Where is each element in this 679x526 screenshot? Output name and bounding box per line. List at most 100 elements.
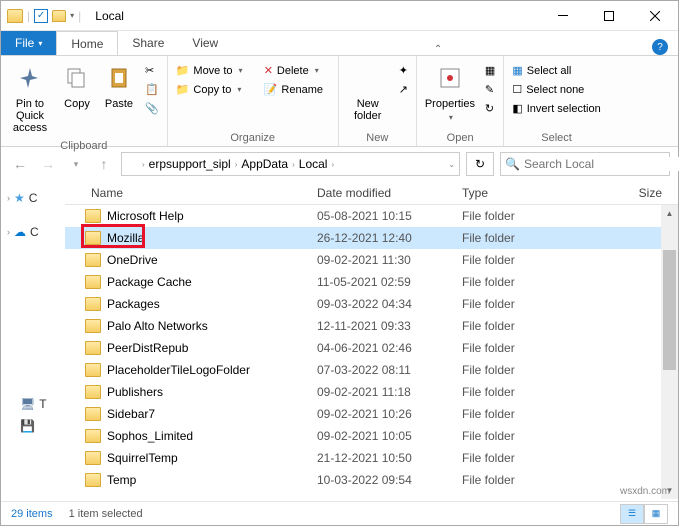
- nav-this-pc[interactable]: 🖥T: [3, 393, 63, 415]
- delete-button[interactable]: ✕Delete▾: [260, 62, 334, 79]
- open-button[interactable]: ▦: [481, 62, 499, 79]
- file-date: 09-02-2021 10:26: [317, 407, 462, 421]
- copy-icon: [61, 62, 93, 94]
- file-name: Palo Alto Networks: [107, 319, 317, 333]
- back-button[interactable]: ←: [9, 153, 31, 175]
- table-row[interactable]: Microsoft Help05-08-2021 10:15File folde…: [65, 205, 678, 227]
- col-name[interactable]: Name: [65, 186, 317, 200]
- tab-file[interactable]: File▾: [1, 31, 56, 55]
- edit-button[interactable]: ✎: [481, 81, 499, 98]
- file-name: Publishers: [107, 385, 317, 399]
- pin-icon: [14, 62, 46, 94]
- table-row[interactable]: Package Cache11-05-2021 02:59File folder: [65, 271, 678, 293]
- paste-icon: [103, 62, 135, 94]
- ribbon-collapse-icon[interactable]: ⌃: [434, 44, 450, 55]
- table-row[interactable]: Palo Alto Networks12-11-2021 09:33File f…: [65, 315, 678, 337]
- breadcrumb[interactable]: AppData: [239, 157, 290, 171]
- table-row[interactable]: PlaceholderTileLogoFolder07-03-2022 08:1…: [65, 359, 678, 381]
- folder-icon: [85, 407, 101, 421]
- col-date[interactable]: Date modified: [317, 186, 462, 200]
- easy-access-button[interactable]: ↗: [395, 81, 412, 98]
- nav-onedrive[interactable]: ›☁C: [3, 221, 63, 243]
- table-row[interactable]: Temp10-03-2022 09:54File folder: [65, 469, 678, 491]
- paste-shortcut-button[interactable]: 📎: [141, 100, 163, 117]
- col-size[interactable]: Size: [612, 186, 672, 200]
- cloud-icon: ☁: [14, 225, 26, 239]
- file-type: File folder: [462, 407, 612, 421]
- nav-quick-access[interactable]: ›★C: [3, 187, 63, 209]
- qat-dropdown-icon[interactable]: ▾: [70, 11, 74, 20]
- tab-home[interactable]: Home: [56, 31, 118, 55]
- vertical-scrollbar[interactable]: ▲ ▼: [661, 205, 678, 499]
- file-date: 10-03-2022 09:54: [317, 473, 462, 487]
- copy-button[interactable]: Copy: [57, 58, 97, 114]
- tab-view[interactable]: View: [178, 31, 232, 55]
- view-icons-button[interactable]: ▦: [644, 504, 668, 524]
- address-dropdown-icon[interactable]: ⌄: [448, 160, 455, 169]
- maximize-button[interactable]: [586, 1, 632, 31]
- file-type: File folder: [462, 275, 612, 289]
- refresh-button[interactable]: ↻: [466, 152, 494, 176]
- table-row[interactable]: SquirrelTemp21-12-2021 10:50File folder: [65, 447, 678, 469]
- close-button[interactable]: [632, 1, 678, 31]
- pin-quick-access-button[interactable]: Pin to Quick access: [5, 58, 55, 138]
- folder-icon: [85, 363, 101, 377]
- moveto-icon: 📁: [176, 64, 190, 77]
- table-row[interactable]: Sophos_Limited09-02-2021 10:05File folde…: [65, 425, 678, 447]
- table-row[interactable]: PeerDistRepub04-06-2021 02:46File folder: [65, 337, 678, 359]
- copy-path-button[interactable]: 📋: [141, 81, 163, 98]
- address-bar[interactable]: › erpsupport_sipl › AppData › Local › ⌄: [121, 152, 460, 176]
- breadcrumb[interactable]: Local: [297, 157, 330, 171]
- file-list-pane: Name Date modified Type Size Microsoft H…: [65, 181, 678, 499]
- file-name: PeerDistRepub: [107, 341, 317, 355]
- table-row[interactable]: Sidebar709-02-2021 10:26File folder: [65, 403, 678, 425]
- properties-button[interactable]: Properties▾: [421, 58, 479, 127]
- help-icon[interactable]: ?: [652, 39, 668, 55]
- scroll-up-icon[interactable]: ▲: [661, 205, 678, 222]
- nav-drive[interactable]: 💾: [3, 415, 63, 437]
- navigation-pane[interactable]: ›★C ›☁C 🖥T 💾: [1, 181, 65, 499]
- address-folder-icon: [126, 158, 140, 170]
- cut-button[interactable]: ✂: [141, 62, 163, 79]
- invert-selection-button[interactable]: ◧Invert selection: [508, 100, 604, 117]
- new-item-button[interactable]: ✦: [395, 62, 412, 79]
- qat-checkbox-icon[interactable]: ✓: [34, 9, 48, 23]
- new-folder-button[interactable]: New folder: [343, 58, 393, 126]
- history-button[interactable]: ↻: [481, 100, 499, 117]
- scroll-thumb[interactable]: [663, 250, 676, 370]
- file-type: File folder: [462, 429, 612, 443]
- search-box[interactable]: 🔍: [500, 152, 670, 176]
- column-headers[interactable]: Name Date modified Type Size: [65, 181, 678, 205]
- qat-separator: |: [78, 9, 81, 23]
- search-input[interactable]: [524, 157, 679, 171]
- minimize-button[interactable]: [540, 1, 586, 31]
- properties-icon: [434, 62, 466, 94]
- group-new-label: New: [343, 130, 412, 146]
- file-name: Mozilla: [107, 231, 317, 245]
- recent-dropdown[interactable]: ▾: [65, 153, 87, 175]
- ribbon: Pin to Quick access Copy Paste ✂ 📋 📎 Cli…: [1, 55, 678, 147]
- forward-button[interactable]: →: [37, 153, 59, 175]
- file-name: Temp: [107, 473, 317, 487]
- col-type[interactable]: Type: [462, 186, 612, 200]
- chevron-right-icon: ›: [7, 193, 10, 203]
- up-button[interactable]: ↑: [93, 153, 115, 175]
- table-row[interactable]: Mozilla26-12-2021 12:40File folder: [65, 227, 678, 249]
- table-row[interactable]: Publishers09-02-2021 11:18File folder: [65, 381, 678, 403]
- breadcrumb[interactable]: erpsupport_sipl: [147, 157, 233, 171]
- group-new: New folder ✦ ↗ New: [339, 56, 417, 146]
- file-date: 21-12-2021 10:50: [317, 451, 462, 465]
- file-type: File folder: [462, 341, 612, 355]
- group-organize-label: Organize: [172, 130, 334, 146]
- qat-folder-icon[interactable]: [52, 10, 66, 22]
- select-all-button[interactable]: ▦Select all: [508, 62, 604, 79]
- move-to-button[interactable]: 📁Move to▾: [172, 62, 258, 79]
- table-row[interactable]: Packages09-03-2022 04:34File folder: [65, 293, 678, 315]
- table-row[interactable]: OneDrive09-02-2021 11:30File folder: [65, 249, 678, 271]
- paste-button[interactable]: Paste: [99, 58, 139, 114]
- rename-button[interactable]: 📝Rename: [260, 81, 334, 98]
- view-details-button[interactable]: ☰: [620, 504, 644, 524]
- tab-share[interactable]: Share: [118, 31, 178, 55]
- copy-to-button[interactable]: 📁Copy to▾: [172, 81, 258, 98]
- select-none-button[interactable]: ☐Select none: [508, 81, 604, 98]
